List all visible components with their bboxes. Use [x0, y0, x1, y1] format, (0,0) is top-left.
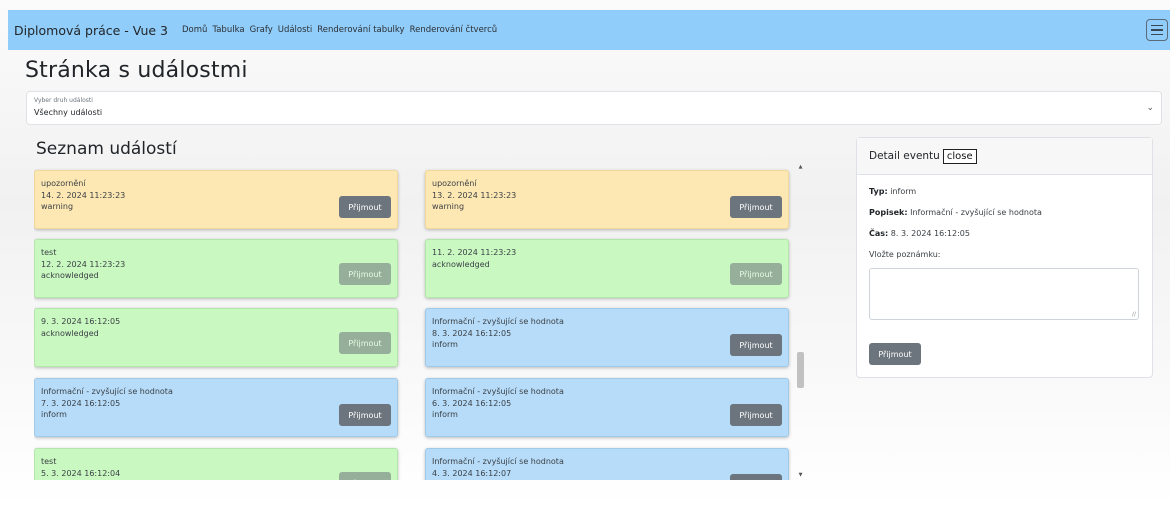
select-floating-label: Vyber druh události	[34, 97, 93, 104]
event-card[interactable]: 11. 2. 2024 11:23:23 acknowledged Přijmout	[425, 239, 789, 298]
accept-event-button[interactable]: Přijmout	[730, 196, 782, 218]
event-list-scrollbar[interactable]: ▲ ▼	[795, 162, 806, 480]
nav-link-table[interactable]: Tabulka	[212, 25, 244, 35]
page-title: Stránka s událostmi	[25, 58, 248, 83]
note-label: Vložte poznámku:	[869, 250, 941, 259]
detail-title: Detail eventu	[869, 150, 940, 162]
event-list: upozornění 14. 2. 2024 11:23:23 warning Při…	[34, 162, 806, 480]
navbar: Diplomová práce - Vue 3 Domů Tabulka Gra…	[8, 10, 1170, 50]
accept-event-button: Přijmout	[339, 263, 391, 285]
detail-body: Typ: inform Popisek: Informační - zvyšuj…	[857, 175, 1152, 332]
event-type-select[interactable]: Vyber druh události Všechny události ⌄	[26, 91, 1162, 125]
event-card[interactable]: test5. 3. 2024 16:12:04Přijmout	[34, 448, 398, 480]
accept-event-button: Přijmout	[730, 263, 782, 285]
event-card-text: Informační - zvyšující se hodnota	[432, 457, 564, 466]
event-card-text: Informační - zvyšující se hodnota	[432, 317, 564, 326]
event-card[interactable]: Informační - zvyšující se hodnota 8. 3. 2…	[425, 308, 789, 367]
accept-event-button[interactable]: Přijmout	[339, 196, 391, 218]
event-card[interactable]: 9. 3. 2024 16:12:05 acknowledged Přijmout	[34, 308, 398, 367]
nav-link-events[interactable]: Události	[278, 25, 313, 35]
accept-button[interactable]: Přijmout	[869, 343, 921, 365]
event-card-text: test	[41, 248, 57, 257]
nav-link-home[interactable]: Domů	[182, 25, 207, 35]
event-card-text: test	[41, 457, 57, 466]
event-card-text: upozornění	[432, 179, 477, 188]
nav-link-table-rendering[interactable]: Renderování tabulky	[317, 25, 404, 35]
event-card[interactable]: Informační - zvyšující se hodnota 7. 3. 2…	[34, 378, 398, 437]
event-card-text: Informační - zvyšující se hodnota	[41, 387, 173, 396]
event-card[interactable]: upozornění 13. 2. 2024 11:23:23 warning Při…	[425, 170, 789, 229]
event-list-title: Seznam událostí	[36, 139, 177, 159]
navbar-brand[interactable]: Diplomová práce - Vue 3	[14, 23, 168, 38]
note-textarea[interactable]: ∕∕	[869, 268, 1139, 320]
detail-description: Popisek: Informační - zvyšující se hodno…	[869, 208, 1042, 217]
accept-event-button: Přijmout	[339, 472, 391, 480]
detail-header: Detail eventu close	[857, 138, 1152, 175]
nav-link-squares-rendering[interactable]: Renderování čtverců	[410, 25, 498, 35]
chevron-down-icon: ⌄	[1146, 103, 1154, 113]
event-detail-panel: Detail eventu close Typ: inform Popisek:…	[856, 137, 1153, 378]
accept-event-button[interactable]: Přijmout	[730, 404, 782, 426]
scrollbar-thumb[interactable]	[797, 352, 804, 388]
event-card[interactable]: test 12. 2. 2024 11:23:23 acknowledged Přij…	[34, 239, 398, 298]
resize-grip-icon[interactable]: ∕∕	[1132, 311, 1136, 318]
accept-event-button[interactable]: Přijmout	[730, 334, 782, 356]
accept-event-button: Přijmout	[339, 332, 391, 354]
scroll-up-arrow-icon[interactable]: ▲	[797, 164, 804, 170]
navbar-toggler-button[interactable]	[1146, 19, 1168, 41]
event-card-text: 11. 2. 2024 11:23:23	[432, 248, 517, 257]
nav-link-charts[interactable]: Grafy	[250, 25, 273, 35]
detail-type: Typ: inform	[869, 187, 917, 196]
event-card[interactable]: Informační - zvyšující se hodnota 6. 3. 2…	[425, 378, 789, 437]
event-card-text: upozornění	[41, 179, 86, 188]
detail-time: Čas: 8. 3. 2024 16:12:05	[869, 229, 970, 238]
select-value: Všechny události	[34, 108, 103, 117]
event-card[interactable]: upozornění 14. 2. 2024 11:23:23 warning Při…	[34, 170, 398, 229]
event-card-text: 9. 3. 2024 16:12:05	[41, 317, 121, 326]
event-card-text: Informační - zvyšující se hodnota	[432, 387, 564, 396]
accept-event-button[interactable]: Přijmout	[730, 474, 782, 480]
close-button[interactable]: close	[942, 148, 977, 164]
accept-event-button[interactable]: Přijmout	[339, 404, 391, 426]
hamburger-icon	[1151, 24, 1163, 27]
scroll-down-arrow-icon[interactable]: ▼	[797, 472, 804, 478]
event-card[interactable]: Informační - zvyšující se hodnota 4. 3. 2…	[425, 448, 789, 480]
